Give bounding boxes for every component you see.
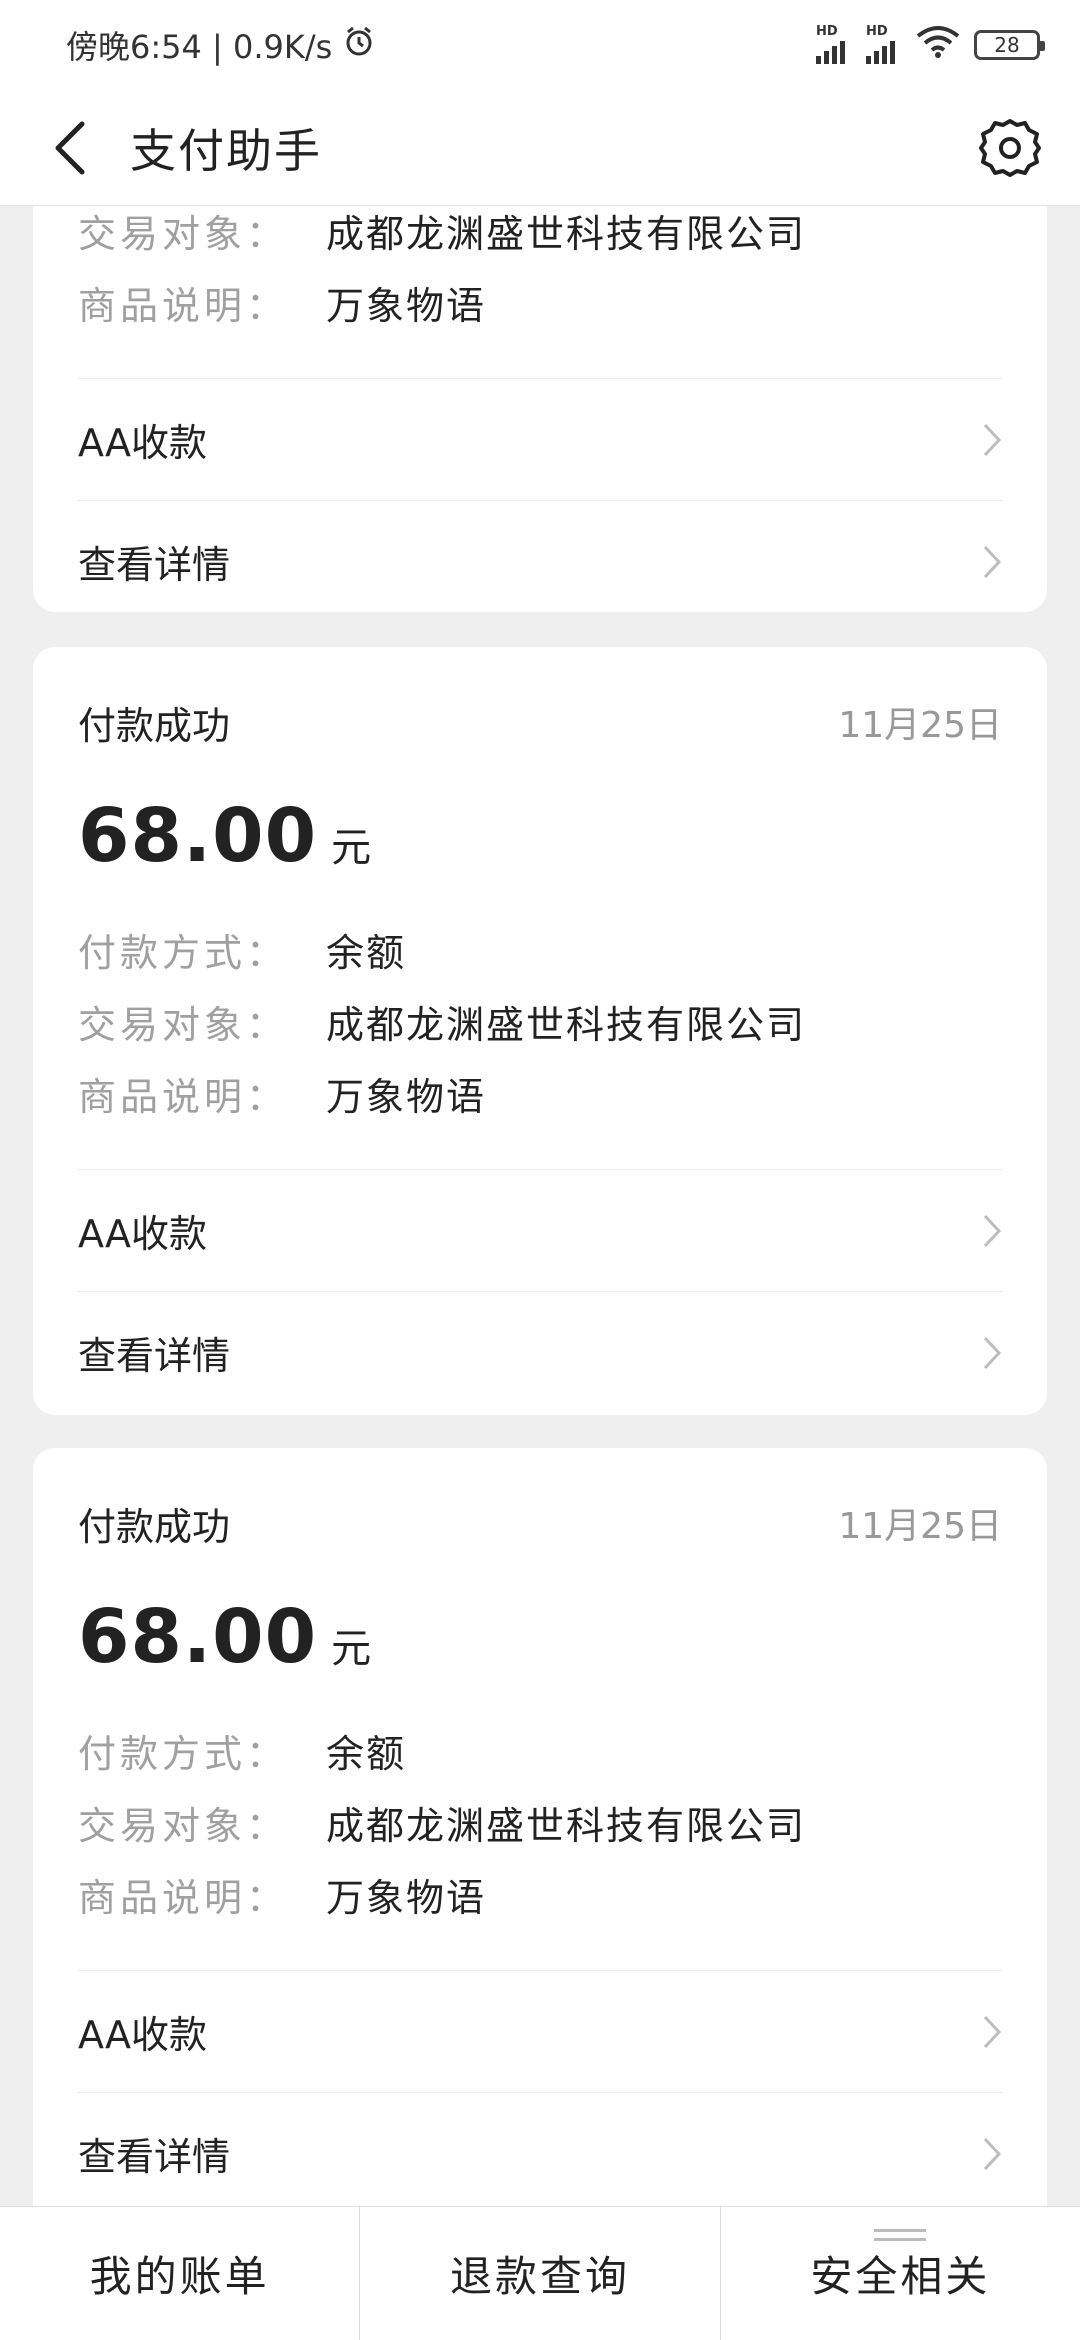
payment-card: 付款成功 11月25日 68.00 元 付款方式： 余额 交易对象： 成都龙渊盛… (33, 1448, 1047, 2206)
chevron-right-icon (983, 1336, 1002, 1369)
view-details-label: 查看详情 (78, 1334, 231, 1378)
currency-unit: 元 (331, 1626, 372, 1672)
counterparty-value: 成都龙渊盛世科技有限公司 (326, 211, 807, 256)
method-value: 余额 (326, 930, 407, 975)
aa-collect-label: AA收款 (78, 1212, 208, 1256)
view-details-row[interactable]: 查看详情 (78, 2092, 1002, 2206)
signal-icon-2: HD (866, 25, 902, 64)
nav-security-label: 安全相关 (810, 2252, 991, 2301)
counterparty-label: 交易对象： (78, 1803, 289, 1848)
counterparty-value: 成都龙渊盛世科技有限公司 (326, 1002, 807, 1047)
aa-collect-row[interactable]: AA收款 (78, 378, 1002, 500)
page-title: 支付助手 (130, 123, 322, 178)
nav-my-bills[interactable]: 我的账单 (0, 2207, 359, 2340)
chevron-right-icon (983, 545, 1002, 578)
payment-status: 付款成功 (78, 1504, 231, 1549)
nav-my-bills-label: 我的账单 (89, 2252, 270, 2301)
counterparty-value: 成都龙渊盛世科技有限公司 (326, 1803, 807, 1848)
payment-date: 11月25日 (838, 1506, 1002, 1547)
description-value: 万象物语 (326, 1875, 487, 1920)
nav-refund-query-label: 退款查询 (449, 2252, 630, 2301)
aa-collect-label: AA收款 (78, 421, 208, 465)
battery-level: 28 (994, 33, 1020, 57)
payment-card-partial: 交易对象： 成都龙渊盛世科技有限公司 商品说明： 万象物语 AA收款 查看详情 (33, 206, 1047, 612)
description-value: 万象物语 (326, 283, 487, 328)
status-bar: 傍晚6:54 | 0.9K/s HD HD 28 (0, 0, 1080, 90)
aa-collect-row[interactable]: AA收款 (78, 1169, 1002, 1291)
counterparty-row: 交易对象： 成都龙渊盛世科技有限公司 (78, 206, 1002, 266)
aa-collect-label: AA收款 (78, 2013, 208, 2057)
nav-security[interactable]: 安全相关 (719, 2207, 1080, 2340)
description-value: 万象物语 (326, 1074, 487, 1119)
payment-date: 11月25日 (838, 705, 1002, 746)
settings-button[interactable] (970, 108, 1050, 188)
description-label: 商品说明： (78, 283, 289, 328)
payment-status: 付款成功 (78, 703, 231, 748)
counterparty-row: 交易对象： 成都龙渊盛世科技有限公司 (78, 1786, 1002, 1858)
amount-row: 68.00 元 (78, 1594, 1002, 1704)
alarm-icon (342, 24, 376, 66)
method-row: 付款方式： 余额 (78, 1714, 1002, 1786)
chevron-right-icon (983, 2137, 1002, 2170)
nav-refund-query[interactable]: 退款查询 (359, 2207, 719, 2340)
currency-unit: 元 (331, 825, 372, 871)
payment-card: 付款成功 11月25日 68.00 元 付款方式： 余额 交易对象： 成都龙渊盛… (33, 647, 1047, 1415)
aa-collect-row[interactable]: AA收款 (78, 1970, 1002, 2092)
view-details-row[interactable]: 查看详情 (78, 500, 1002, 622)
method-label: 付款方式： (78, 930, 289, 975)
method-row: 付款方式： 余额 (78, 913, 1002, 985)
amount-row: 68.00 元 (78, 793, 1002, 903)
payment-amount: 68.00 (78, 793, 318, 879)
payment-amount: 68.00 (78, 1594, 318, 1680)
wifi-icon (916, 24, 960, 66)
app-header: 支付助手 (0, 90, 1080, 206)
description-row: 商品说明： 万象物语 (78, 266, 1002, 338)
method-value: 余额 (326, 1731, 407, 1776)
description-row: 商品说明： 万象物语 (78, 1858, 1002, 1930)
description-label: 商品说明： (78, 1074, 289, 1119)
counterparty-label: 交易对象： (78, 1002, 289, 1047)
view-details-label: 查看详情 (78, 543, 231, 587)
chevron-right-icon (983, 1214, 1002, 1247)
view-details-row[interactable]: 查看详情 (78, 1291, 1002, 1413)
description-row: 商品说明： 万象物语 (78, 1057, 1002, 1129)
status-time: 傍晚6:54 | 0.9K/s (66, 28, 333, 66)
method-label: 付款方式： (78, 1731, 289, 1776)
back-button[interactable] (40, 108, 100, 188)
gear-icon (979, 118, 1041, 177)
view-details-label: 查看详情 (78, 2135, 231, 2179)
counterparty-label: 交易对象： (78, 211, 289, 256)
battery-indicator: 28 (974, 30, 1045, 60)
bottom-menu: 我的账单 退款查询 安全相关 (0, 2206, 1080, 2340)
chevron-right-icon (983, 423, 1002, 456)
counterparty-row: 交易对象： 成都龙渊盛世科技有限公司 (78, 985, 1002, 1057)
message-list[interactable]: 交易对象： 成都龙渊盛世科技有限公司 商品说明： 万象物语 AA收款 查看详情 … (0, 206, 1080, 2206)
menu-lines-icon (874, 2229, 927, 2241)
back-arrow-icon (55, 121, 85, 174)
signal-icon: HD (816, 25, 852, 64)
description-label: 商品说明： (78, 1875, 289, 1920)
chevron-right-icon (983, 2015, 1002, 2048)
